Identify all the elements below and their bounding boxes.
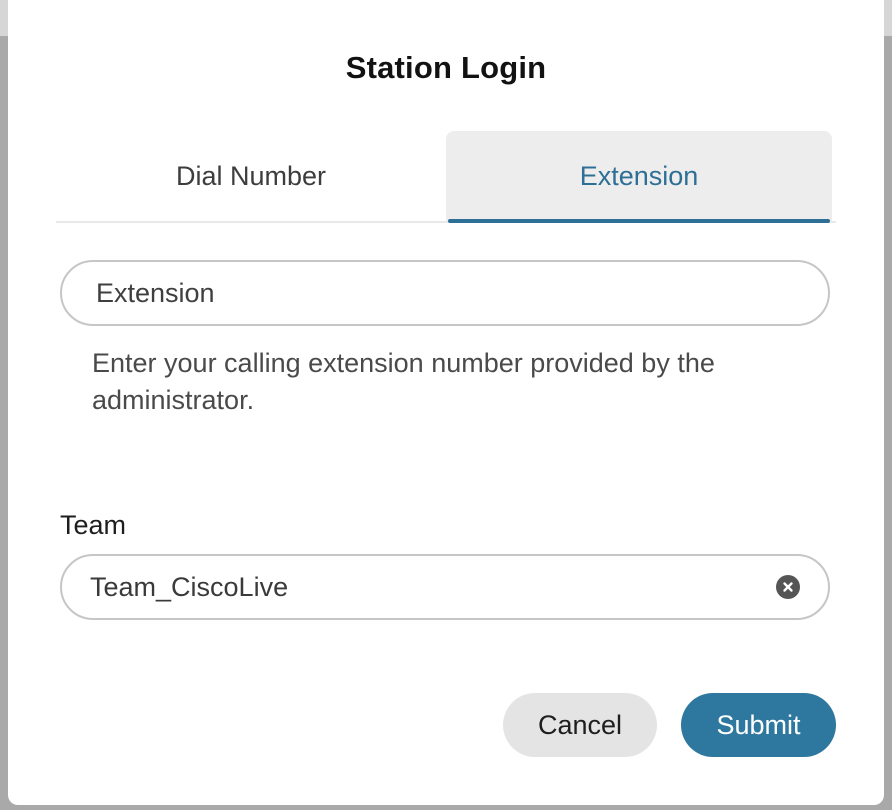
tab-extension[interactable]: Extension: [446, 131, 832, 223]
team-select[interactable]: Team_CiscoLive: [60, 554, 830, 620]
dialog-title: Station Login: [345, 50, 547, 85]
extension-input[interactable]: [94, 276, 778, 310]
team-selected-value: Team_CiscoLive: [90, 571, 289, 602]
extension-help-text: Enter your calling extension number prov…: [92, 348, 715, 415]
cancel-button[interactable]: Cancel: [503, 693, 657, 757]
extension-field-wrapper: [60, 260, 830, 326]
station-login-dialog: Station Login Dial Number Extension Ente…: [8, 0, 884, 805]
clear-icon[interactable]: [776, 575, 800, 599]
login-type-tabs: Dial Number Extension: [56, 131, 836, 223]
tab-dial-number[interactable]: Dial Number: [56, 131, 446, 221]
team-label: Team: [60, 510, 127, 540]
submit-button[interactable]: Submit: [681, 693, 836, 757]
